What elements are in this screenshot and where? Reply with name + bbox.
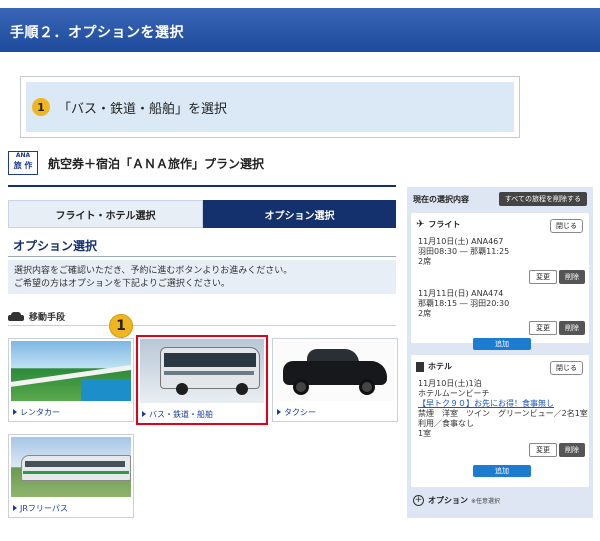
hotel-delete-button[interactable]: 削除 xyxy=(559,443,585,457)
option-section-title: オプション選択 xyxy=(13,239,98,253)
summary-title: 現在の選択内容 xyxy=(413,194,469,204)
flight-delete-button[interactable]: 削除 xyxy=(559,321,585,335)
hotel-add-button[interactable]: 追加 xyxy=(473,465,531,477)
flight-change-button[interactable]: 変更 xyxy=(529,270,557,284)
airplane-icon: ✈ xyxy=(416,219,425,230)
option-card-rentacar[interactable]: レンタカー xyxy=(8,338,134,422)
clear-all-button[interactable]: すべての旅程を削除する xyxy=(498,192,587,206)
flight-summary: ✈ フライト 閉じる 11月10日(土) ANA467 羽田08:30 ― 那覇1… xyxy=(411,213,589,350)
transport-header: 移動手段 xyxy=(8,310,65,323)
arrow-right-icon xyxy=(142,411,146,417)
plan-title: 航空券＋宿泊「ＡＮＡ旅作」プラン選択 xyxy=(48,156,265,171)
notice-box: 選択内容をご確認いただき、予約に進むボタンよりお進みください。 ご希望の方はオプ… xyxy=(8,260,396,294)
flight-close-button[interactable]: 閉じる xyxy=(550,219,583,233)
flight-add-button[interactable]: 追加 xyxy=(473,338,531,350)
bus-image xyxy=(140,339,264,403)
arrow-right-icon xyxy=(277,409,281,415)
train-image xyxy=(11,437,131,497)
instruction-text: 「バス・鉄道・船舶」を選択 xyxy=(58,101,228,117)
tab-flight-hotel[interactable]: フライト・ホテル選択 xyxy=(8,200,203,228)
flight-change-button[interactable]: 変更 xyxy=(529,321,557,335)
arrow-right-icon xyxy=(13,409,17,415)
hotel-change-button[interactable]: 変更 xyxy=(529,443,557,457)
building-icon xyxy=(416,361,424,372)
option-add-row[interactable]: + オプション ※任意選択 xyxy=(413,495,500,506)
selection-summary-panel: 現在の選択内容 すべての旅程を削除する ✈ フライト 閉じる 11月10日(土) … xyxy=(407,187,593,518)
divider xyxy=(8,325,396,326)
rentacar-image xyxy=(11,341,131,401)
car-icon xyxy=(8,311,24,322)
option-card-taxi[interactable]: タクシー xyxy=(272,338,398,422)
option-card-jr-pass[interactable]: JRフリーパス xyxy=(8,434,134,518)
flight-delete-button[interactable]: 削除 xyxy=(559,270,585,284)
tab-option[interactable]: オプション選択 xyxy=(203,200,396,228)
divider xyxy=(8,185,396,187)
step-number-badge: 1 xyxy=(109,314,133,338)
step-header: 手順２．オプションを選択 xyxy=(0,8,600,52)
instruction-box: 1 「バス・鉄道・船舶」を選択 xyxy=(20,76,520,138)
plan-title-row: ANA 旅 作 航空券＋宿泊「ＡＮＡ旅作」プラン選択 xyxy=(8,151,264,175)
hotel-summary: ホテル 閉じる 11月10日(土)1泊 ホテルムーンビーチ 【早トク９０】お先に… xyxy=(411,355,589,487)
hotel-plan-link[interactable]: 【早トク９０】お先にお得！食事無し xyxy=(418,399,554,409)
taxi-image xyxy=(275,341,395,401)
hotel-close-button[interactable]: 閉じる xyxy=(550,361,583,375)
plus-circle-icon: + xyxy=(413,495,424,506)
step-number-badge: 1 xyxy=(32,98,50,116)
divider xyxy=(8,256,396,257)
ana-tabisaku-logo: ANA 旅 作 xyxy=(8,151,38,175)
transport-label: 移動手段 xyxy=(29,313,66,323)
option-card-bus-rail-ship[interactable]: バス・鉄道・船舶 xyxy=(136,335,268,425)
tab-bar: フライト・ホテル選択 オプション選択 xyxy=(8,200,396,228)
arrow-right-icon xyxy=(13,505,17,511)
